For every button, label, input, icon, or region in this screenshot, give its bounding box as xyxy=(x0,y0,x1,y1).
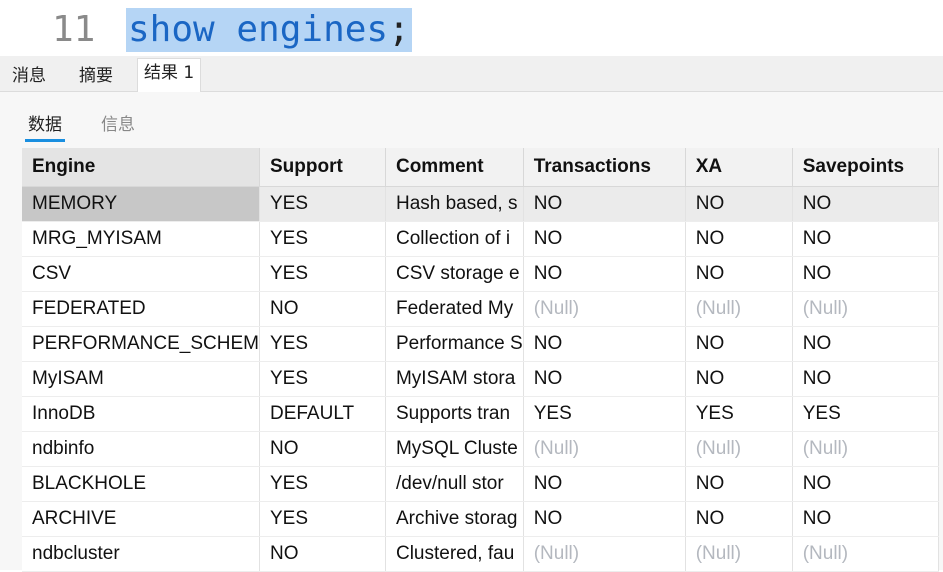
table-cell[interactable]: YES xyxy=(259,256,386,292)
table-cell[interactable]: YES xyxy=(792,396,939,432)
table-cell[interactable]: (Null) xyxy=(792,291,939,327)
subtab-data[interactable]: 数据 xyxy=(25,110,65,142)
result-tabbar: 消息 摘要 结果 1 xyxy=(0,56,943,92)
table-row[interactable]: ndbinfo NO MySQL Cluste (Null) (Null) (Null) xyxy=(22,431,939,467)
table-cell[interactable]: CSV xyxy=(22,256,260,292)
table-cell[interactable]: NO xyxy=(685,221,793,257)
table-cell[interactable]: NO xyxy=(792,361,939,397)
table-cell[interactable]: (Null) xyxy=(523,431,686,467)
table-cell[interactable]: (Null) xyxy=(685,536,793,572)
tab-summary[interactable]: 摘要 xyxy=(73,62,119,92)
table-cell[interactable]: CSV storage e xyxy=(385,256,524,292)
table-cell[interactable]: /dev/null stor xyxy=(385,466,524,502)
table-cell[interactable]: NO xyxy=(259,431,386,467)
table-cell[interactable]: YES xyxy=(259,326,386,362)
table-cell[interactable]: MyISAM stora xyxy=(385,361,524,397)
table-cell[interactable]: NO xyxy=(259,291,386,327)
table-row[interactable]: MyISAM YES MyISAM stora NO NO NO xyxy=(22,361,939,397)
column-header-xa[interactable]: XA xyxy=(685,148,793,187)
table-cell[interactable]: YES xyxy=(259,221,386,257)
table-cell[interactable]: YES xyxy=(259,466,386,502)
table-cell[interactable]: NO xyxy=(523,466,686,502)
table-cell[interactable]: Hash based, s xyxy=(385,186,524,222)
table-cell[interactable]: NO xyxy=(685,361,793,397)
table-cell[interactable]: NO xyxy=(523,361,686,397)
table-cell[interactable]: NO xyxy=(792,186,939,222)
table-cell[interactable]: Supports tran xyxy=(385,396,524,432)
table-row[interactable]: MEMORY YES Hash based, s NO NO NO xyxy=(22,186,939,222)
table-cell[interactable]: BLACKHOLE xyxy=(22,466,260,502)
sql-semicolon: ; xyxy=(388,9,410,50)
table-cell[interactable]: Federated My xyxy=(385,291,524,327)
table-cell[interactable]: NO xyxy=(259,536,386,572)
table-row[interactable]: InnoDB DEFAULT Supports tran YES YES YES xyxy=(22,396,939,432)
table-row[interactable]: MRG_MYISAM YES Collection of i NO NO NO xyxy=(22,221,939,257)
selected-sql-code[interactable]: show engines; xyxy=(126,8,412,52)
table-cell[interactable]: Collection of i xyxy=(385,221,524,257)
table-cell[interactable]: NO xyxy=(792,326,939,362)
table-cell[interactable]: (Null) xyxy=(523,291,686,327)
table-cell[interactable]: PERFORMANCE_SCHEM xyxy=(22,326,260,362)
table-cell[interactable]: MRG_MYISAM xyxy=(22,221,260,257)
table-cell[interactable]: NO xyxy=(523,186,686,222)
table-cell[interactable]: (Null) xyxy=(792,431,939,467)
table-cell[interactable]: YES xyxy=(259,186,386,222)
table-row[interactable]: FEDERATED NO Federated My (Null) (Null) (Null… xyxy=(22,291,939,327)
table-cell[interactable]: YES xyxy=(259,361,386,397)
table-cell[interactable]: ndbinfo xyxy=(22,431,260,467)
table-row[interactable]: CSV YES CSV storage e NO NO NO xyxy=(22,256,939,292)
result-grid: Engine Support Comment Transactions XA S… xyxy=(0,146,943,572)
table-cell[interactable]: (Null) xyxy=(685,431,793,467)
table-cell[interactable]: DEFAULT xyxy=(259,396,386,432)
subtab-info[interactable]: 信息 xyxy=(101,110,135,135)
table-cell[interactable]: MySQL Cluste xyxy=(385,431,524,467)
table-row[interactable]: BLACKHOLE YES/dev/null stor NO NO NO xyxy=(22,466,939,502)
table-cell[interactable]: (Null) xyxy=(685,291,793,327)
column-header-transactions[interactable]: Transactions xyxy=(523,148,686,187)
table-cell[interactable]: ARCHIVE xyxy=(22,501,260,537)
sql-statement: show engines xyxy=(128,9,389,50)
table-cell[interactable]: NO xyxy=(792,256,939,292)
table-cell[interactable]: MyISAM xyxy=(22,361,260,397)
table-cell[interactable]: Archive storag xyxy=(385,501,524,537)
line-number: 11 xyxy=(52,9,96,50)
table-cell[interactable]: NO xyxy=(792,501,939,537)
table-cell[interactable]: InnoDB xyxy=(22,396,260,432)
table-cell[interactable]: ndbcluster xyxy=(22,536,260,572)
table-cell[interactable]: (Null) xyxy=(792,536,939,572)
column-header-engine[interactable]: Engine xyxy=(22,148,260,187)
table-cell[interactable]: NO xyxy=(792,221,939,257)
table-cell[interactable]: NO xyxy=(685,256,793,292)
tab-messages[interactable]: 消息 xyxy=(6,62,52,92)
sql-editor[interactable]: 11 show engines; xyxy=(0,0,943,56)
table-row[interactable]: ARCHIVE YES Archive storag NO NO NO xyxy=(22,501,939,537)
table-row[interactable]: PERFORMANCE_SCHEM YES Performance S NO NO NO xyxy=(22,326,939,362)
column-header-savepoints[interactable]: Savepoints xyxy=(792,148,939,187)
result-subtabs: 数据 信息 xyxy=(0,92,943,146)
table-cell[interactable]: YES xyxy=(523,396,686,432)
table-cell[interactable]: NO xyxy=(685,466,793,502)
table-cell[interactable]: YES xyxy=(685,396,793,432)
table-cell[interactable]: YES xyxy=(259,501,386,537)
table-cell[interactable]: NO xyxy=(523,221,686,257)
table-cell[interactable]: NO xyxy=(523,326,686,362)
table-cell[interactable]: FEDERATED xyxy=(22,291,260,327)
table-header-row: Engine Support Comment Transactions XA S… xyxy=(22,148,939,187)
table-cell[interactable]: NO xyxy=(685,501,793,537)
table-cell[interactable]: Performance S xyxy=(385,326,524,362)
column-header-support[interactable]: Support xyxy=(259,148,386,187)
table-cell[interactable]: NO xyxy=(523,501,686,537)
column-header-comment[interactable]: Comment xyxy=(385,148,524,187)
table-cell[interactable]: Clustered, fau xyxy=(385,536,524,572)
tab-result-1[interactable]: 结果 1 xyxy=(137,58,202,92)
table-cell[interactable]: MEMORY xyxy=(22,186,260,222)
table-cell[interactable]: NO xyxy=(685,326,793,362)
table-cell[interactable]: NO xyxy=(523,256,686,292)
table-cell[interactable]: (Null) xyxy=(523,536,686,572)
table-row[interactable]: ndbcluster NO Clustered, fau (Null) (Null) (N… xyxy=(22,536,939,572)
table-cell[interactable]: NO xyxy=(792,466,939,502)
engines-table: Engine Support Comment Transactions XA S… xyxy=(22,148,939,572)
table-cell[interactable]: NO xyxy=(685,186,793,222)
